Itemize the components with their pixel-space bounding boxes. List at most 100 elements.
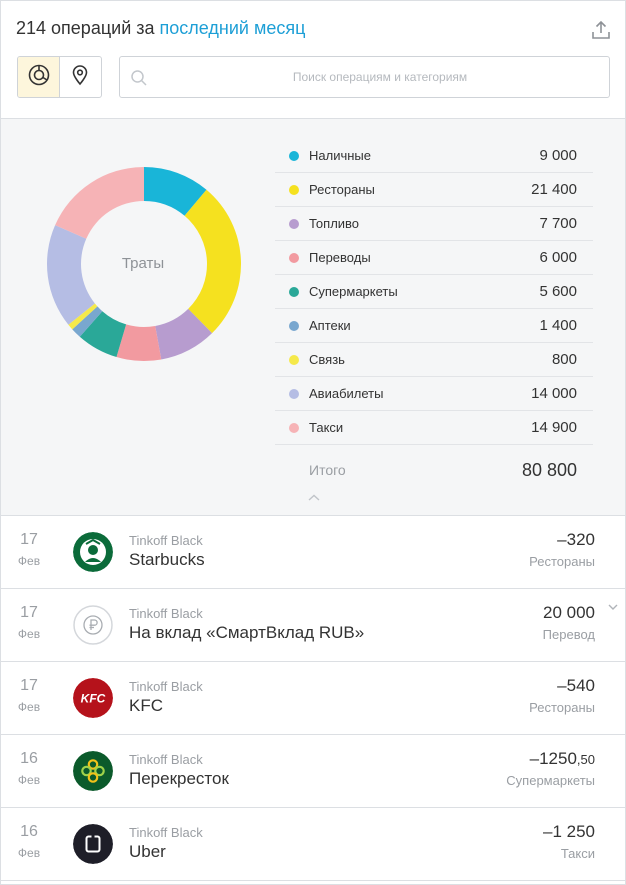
transaction-category: Рестораны (529, 554, 595, 569)
transaction-row[interactable]: 16 Фев Tinkoff Black Перекресток –1250,50 Суп… (1, 735, 625, 808)
transaction-category: Перевод (542, 627, 595, 642)
legend-value: 7 700 (539, 215, 577, 232)
legend-category: Топливо (309, 216, 360, 231)
amount-main: –1 250 (543, 822, 595, 841)
legend-dot (289, 286, 299, 297)
legend-dot (289, 218, 299, 229)
transaction-category: Такси (560, 846, 595, 861)
upload-icon[interactable] (590, 19, 612, 41)
legend-dot (289, 184, 299, 195)
transaction-card: Tinkoff Black (129, 825, 203, 840)
legend-row[interactable]: Наличные 9 000 (275, 139, 593, 173)
ruble-coin-icon (73, 605, 113, 645)
period-link[interactable]: последний месяц (160, 18, 306, 38)
transaction-row[interactable]: 17 Фев Tinkoff Black Starbucks –320 Рестораны (1, 516, 625, 589)
legend-category: Супермаркеты (309, 284, 398, 299)
transaction-amount: 20 000 (543, 603, 595, 623)
legend-category: Рестораны (309, 182, 375, 197)
transaction-amount: –1250,50 (530, 749, 595, 769)
transaction-day: 17 (20, 531, 38, 548)
search-input[interactable] (160, 57, 600, 97)
transaction-day: 16 (20, 823, 38, 840)
legend-dot (289, 388, 299, 399)
transaction-day: 16 (20, 750, 38, 767)
kfc-logo: KFC (73, 678, 113, 718)
legend-dot (289, 150, 299, 161)
legend-row[interactable]: Рестораны 21 400 (275, 173, 593, 207)
legend-dot (289, 354, 299, 365)
legend-row[interactable]: Связь 800 (275, 343, 593, 377)
transaction-amount: –540 (557, 676, 595, 696)
view-toggle (17, 56, 102, 98)
chart-panel: Траты Наличные 9 000 Рестораны 21 400 Топлив… (1, 118, 625, 516)
transaction-amount: –1 250 (543, 822, 595, 842)
legend-value: 21 400 (531, 181, 577, 198)
transaction-day: 17 (20, 604, 38, 621)
page-title: 214 операций за последний месяц (16, 18, 305, 39)
transaction-day: 17 (20, 677, 38, 694)
amount-main: –1250 (529, 749, 577, 768)
chart-view-button[interactable] (18, 57, 60, 97)
total-value: 80 800 (521, 459, 577, 480)
legend-row[interactable]: Переводы 6 000 (275, 241, 593, 275)
total-row: Итого 80 800 (275, 445, 593, 495)
transaction-merchant: KFC (129, 696, 163, 715)
search-icon (130, 69, 148, 87)
svg-text:KFC: KFC (81, 692, 106, 706)
legend-row[interactable]: Авиабилеты 14 000 (275, 377, 593, 411)
map-view-button[interactable] (60, 57, 101, 97)
amount-main: –320 (557, 530, 595, 549)
perekrestok-logo (73, 751, 113, 791)
legend-value: 5 600 (539, 283, 577, 300)
legend-dot (289, 320, 299, 331)
starbucks-logo (73, 532, 113, 572)
transaction-row[interactable]: 17 Фев Tinkoff Black На вклад «СмартВклад R… (1, 589, 625, 662)
legend-row[interactable]: Супермаркеты 5 600 (275, 275, 593, 309)
total-label: Итого (309, 462, 346, 478)
legend-value: 6 000 (539, 249, 577, 266)
transaction-amount: –320 (557, 530, 595, 550)
transaction-card: Tinkoff Black (129, 679, 203, 694)
search-box (119, 56, 610, 98)
legend-row[interactable]: Топливо 7 700 (275, 207, 593, 241)
map-pin-icon (69, 64, 91, 91)
donut-slice[interactable] (55, 167, 145, 239)
donut-chart-icon (27, 63, 51, 92)
transaction-card: Tinkoff Black (129, 533, 203, 548)
legend-value: 14 900 (531, 419, 577, 436)
legend-row[interactable]: Такси 14 900 (275, 411, 593, 445)
transaction-month: Фев (17, 773, 41, 787)
amount-main: –540 (557, 676, 595, 695)
transaction-card: Tinkoff Black (129, 752, 203, 767)
transaction-month: Фев (17, 554, 41, 568)
legend: Наличные 9 000 Рестораны 21 400 Топливо 7 700… (275, 139, 593, 495)
legend-value: 1 400 (539, 317, 577, 334)
transaction-category: Супермаркеты (506, 773, 595, 788)
chevron-up-icon[interactable] (306, 491, 322, 503)
legend-category: Такси (309, 420, 344, 435)
transaction-category: Рестораны (529, 700, 595, 715)
transaction-merchant: На вклад «СмартВклад RUB» (129, 623, 365, 642)
transaction-month: Фев (17, 627, 41, 641)
amount-cents: ,50 (576, 752, 595, 767)
transaction-merchant: Starbucks (129, 550, 205, 569)
legend-category: Связь (309, 352, 345, 367)
legend-category: Переводы (309, 250, 371, 265)
legend-value: 800 (551, 351, 577, 368)
transaction-merchant: Перекресток (129, 769, 229, 788)
title-text: 214 операций за (16, 18, 160, 38)
header: 214 операций за последний месяц (1, 1, 625, 118)
legend-value: 14 000 (531, 385, 577, 402)
transaction-month: Фев (17, 700, 41, 714)
transaction-row[interactable]: 16 Фев Tinkoff Black Uber –1 250 Такси (1, 808, 625, 881)
transaction-row[interactable]: 17 Фев KFC Tinkoff Black KFC –540 Рестораны (1, 662, 625, 735)
legend-dot (289, 422, 299, 433)
legend-category: Аптеки (309, 318, 351, 333)
legend-category: Авиабилеты (309, 386, 384, 401)
amount-main: 20 000 (543, 603, 595, 622)
operations-card: 214 операций за последний месяц Поиск оп… (0, 0, 626, 885)
chevron-down-icon[interactable] (607, 599, 619, 610)
transaction-card: Tinkoff Black (129, 606, 203, 621)
donut-center-label: Траты (121, 255, 165, 272)
legend-row[interactable]: Аптеки 1 400 (275, 309, 593, 343)
